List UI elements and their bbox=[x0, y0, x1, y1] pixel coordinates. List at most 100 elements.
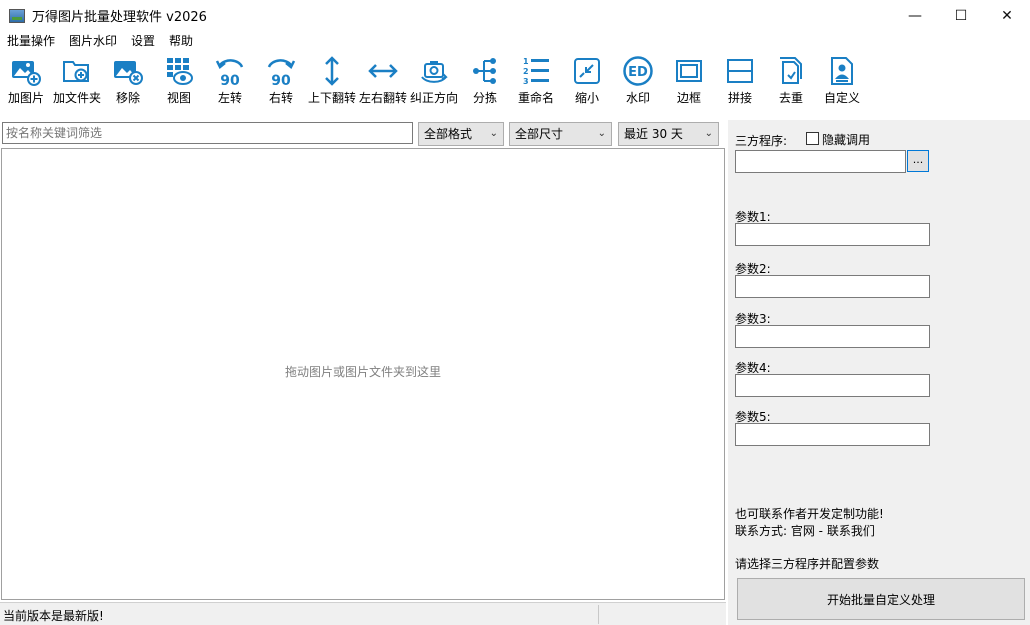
tool-label: 水印 bbox=[625, 91, 650, 105]
tool-label: 左转 bbox=[217, 91, 242, 105]
view-grid-icon bbox=[162, 54, 196, 88]
dedupe-icon bbox=[774, 54, 808, 88]
keyword-filter-input[interactable] bbox=[2, 122, 413, 144]
size-select[interactable]: 全部尺寸 ⌄ bbox=[509, 122, 612, 146]
svg-text:90: 90 bbox=[271, 73, 291, 87]
border-button[interactable]: 边框 bbox=[663, 52, 715, 108]
sort-button[interactable]: 分拣 bbox=[459, 52, 511, 108]
rotate-right-icon: 90 bbox=[264, 54, 298, 88]
flip-horizontal-button[interactable]: 左右翻转 bbox=[357, 52, 409, 108]
correct-orientation-button[interactable]: 纠正方向 bbox=[408, 52, 460, 108]
rename-button[interactable]: 123 重命名 bbox=[510, 52, 562, 108]
image-drop-area[interactable]: 拖动图片或图片文件夹到这里 bbox=[1, 148, 725, 600]
svg-text:90: 90 bbox=[220, 73, 240, 87]
rename-list-icon: 123 bbox=[519, 54, 553, 88]
param5-input[interactable] bbox=[735, 423, 930, 446]
third-party-path-input[interactable] bbox=[735, 150, 906, 173]
tool-label: 移除 bbox=[115, 91, 140, 105]
tool-label: 重命名 bbox=[517, 91, 554, 105]
svg-text:1: 1 bbox=[523, 57, 529, 66]
shrink-icon bbox=[570, 54, 604, 88]
menu-help[interactable]: 帮助 bbox=[162, 31, 200, 51]
window-controls: — ☐ ✕ bbox=[892, 0, 1030, 31]
param2-input[interactable] bbox=[735, 275, 930, 298]
status-bar: 当前版本是最新版! bbox=[0, 602, 726, 625]
watermark-button[interactable]: ED 水印 bbox=[612, 52, 664, 108]
tool-label: 缩小 bbox=[574, 91, 599, 105]
tool-label: 加文件夹 bbox=[52, 91, 101, 105]
start-batch-custom-button[interactable]: 开始批量自定义处理 bbox=[737, 578, 1025, 620]
size-select-value: 全部尺寸 bbox=[515, 127, 564, 141]
tool-label: 上下翻转 bbox=[307, 91, 356, 105]
date-select-value: 最近 30 天 bbox=[624, 127, 683, 141]
version-status: 当前版本是最新版! bbox=[3, 609, 104, 623]
chevron-down-icon: ⌄ bbox=[489, 128, 498, 139]
date-select[interactable]: 最近 30 天 ⌄ bbox=[618, 122, 719, 146]
contact-link[interactable]: 联系方式: 官网 - 联系我们 bbox=[735, 522, 875, 539]
correct-orientation-icon bbox=[417, 54, 451, 88]
custom-icon bbox=[825, 54, 859, 88]
tool-label: 视图 bbox=[166, 91, 191, 105]
stitch-button[interactable]: 拼接 bbox=[714, 52, 766, 108]
filter-bar: 全部格式 ⌄ 全部尺寸 ⌄ 最近 30 天 ⌄ bbox=[0, 120, 726, 148]
hide-call-label: 隐藏调用 bbox=[822, 133, 871, 147]
menu-batch-ops[interactable]: 批量操作 bbox=[0, 31, 62, 51]
chevron-down-icon: ⌄ bbox=[704, 128, 713, 139]
tool-label: 左右翻转 bbox=[358, 91, 407, 105]
tool-label: 自定义 bbox=[823, 91, 860, 105]
format-select-value: 全部格式 bbox=[424, 127, 473, 141]
hide-call-checkbox[interactable] bbox=[806, 132, 819, 145]
maximize-button[interactable]: ☐ bbox=[938, 0, 984, 31]
status-separator bbox=[598, 605, 599, 624]
svg-text:ED: ED bbox=[628, 65, 648, 80]
tool-label: 去重 bbox=[778, 91, 803, 105]
dedupe-button[interactable]: 去重 bbox=[765, 52, 817, 108]
watermark-icon: ED bbox=[621, 54, 655, 88]
drop-hint: 拖动图片或图片文件夹到这里 bbox=[284, 364, 441, 379]
tool-label: 边框 bbox=[676, 91, 701, 105]
title-bar: 万得图片批量处理软件 v2026 — ☐ ✕ bbox=[0, 0, 1030, 31]
window-title: 万得图片批量处理软件 v2026 bbox=[32, 10, 207, 25]
svg-text:3: 3 bbox=[523, 77, 529, 86]
close-button[interactable]: ✕ bbox=[984, 0, 1030, 31]
rotate-left-icon: 90 bbox=[213, 54, 247, 88]
custom-process-panel: 三方程序: 隐藏调用 ... 参数1: 参数2: 参数3: 参数4: 参数5: … bbox=[728, 120, 1030, 625]
stitch-icon bbox=[723, 54, 757, 88]
rotate-left-button[interactable]: 90 左转 bbox=[204, 52, 256, 108]
shrink-button[interactable]: 缩小 bbox=[561, 52, 613, 108]
border-icon bbox=[672, 54, 706, 88]
svg-text:2: 2 bbox=[523, 67, 529, 76]
add-image-icon bbox=[9, 54, 43, 88]
flip-horizontal-icon bbox=[366, 54, 400, 88]
custom-button[interactable]: 自定义 bbox=[816, 52, 868, 108]
sort-tree-icon bbox=[468, 54, 502, 88]
minimize-button[interactable]: — bbox=[892, 0, 938, 31]
remove-image-icon bbox=[111, 54, 145, 88]
add-image-button[interactable]: 加图片 bbox=[0, 52, 52, 108]
panel-status: 请选择三方程序并配置参数 bbox=[735, 557, 880, 571]
tool-label: 分拣 bbox=[472, 91, 497, 105]
param3-input[interactable] bbox=[735, 325, 930, 348]
contact-note: 也可联系作者开发定制功能! bbox=[735, 507, 884, 521]
tool-label: 纠正方向 bbox=[409, 91, 458, 105]
format-select[interactable]: 全部格式 ⌄ bbox=[418, 122, 504, 146]
menu-settings[interactable]: 设置 bbox=[124, 31, 162, 51]
menu-image-watermark[interactable]: 图片水印 bbox=[62, 31, 124, 51]
view-button[interactable]: 视图 bbox=[153, 52, 205, 108]
tool-label: 拼接 bbox=[727, 91, 752, 105]
third-party-label: 三方程序: bbox=[735, 134, 788, 148]
rotate-right-button[interactable]: 90 右转 bbox=[255, 52, 307, 108]
app-icon bbox=[9, 8, 25, 23]
add-folder-icon bbox=[60, 54, 94, 88]
tool-label: 右转 bbox=[268, 91, 293, 105]
flip-vertical-icon bbox=[315, 54, 349, 88]
flip-vertical-button[interactable]: 上下翻转 bbox=[306, 52, 358, 108]
menu-bar: 批量操作 图片水印 设置 帮助 bbox=[0, 31, 1030, 51]
remove-button[interactable]: 移除 bbox=[102, 52, 154, 108]
browse-button[interactable]: ... bbox=[907, 150, 929, 172]
chevron-down-icon: ⌄ bbox=[597, 128, 606, 139]
add-folder-button[interactable]: 加文件夹 bbox=[51, 52, 103, 108]
param4-input[interactable] bbox=[735, 374, 930, 397]
param1-input[interactable] bbox=[735, 223, 930, 246]
tool-label: 加图片 bbox=[7, 91, 44, 105]
